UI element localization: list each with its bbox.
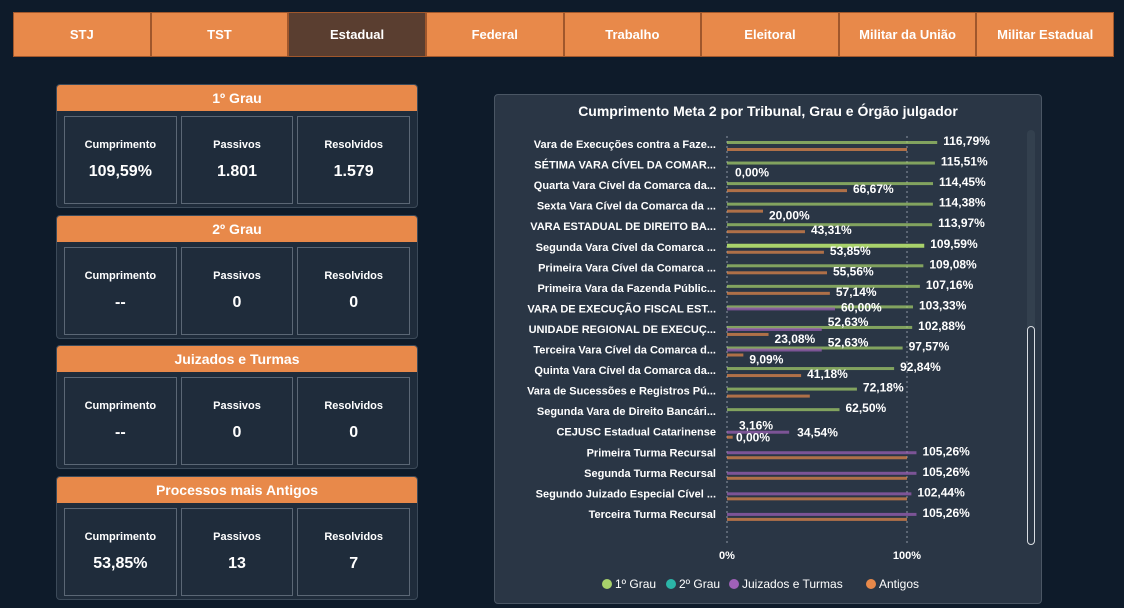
kpi-label: Resolvidos <box>324 270 384 282</box>
kpi-label: Resolvidos <box>324 139 384 151</box>
kpi-row: Cumprimento 109,59% Passivos 1.801 Resolvido… <box>57 111 417 204</box>
kpi-label: Passivos <box>213 400 261 412</box>
kpi-label: Passivos <box>213 139 261 151</box>
card-processos-antigos: Processos mais Antigos Cumprimento 53,85% P… <box>56 476 418 600</box>
kpi-label: Cumprimento <box>84 400 157 412</box>
tab-eleitoral[interactable]: Eleitoral <box>701 12 839 57</box>
kpi-label: Cumprimento <box>84 139 157 151</box>
court-tabs: STJ TST Estadual Federal Trabalho Eleitoral Mi… <box>13 12 1114 57</box>
tab-militar-estadual[interactable]: Militar Estadual <box>976 12 1114 57</box>
tab-estadual[interactable]: Estadual <box>288 12 426 57</box>
card-1o-grau: 1º Grau Cumprimento 109,59% Passivos 1.801 Re… <box>56 84 418 208</box>
tab-militar-da-união[interactable]: Militar da União <box>838 12 977 57</box>
kpi-cumprimento: Cumprimento 53,85% <box>64 508 177 596</box>
kpi-value: 0 <box>349 424 359 441</box>
tab-trabalho[interactable]: Trabalho <box>563 12 702 57</box>
kpi-value: 1.579 <box>333 163 374 180</box>
kpi-value: 7 <box>349 555 359 572</box>
kpi-resolvidos: Resolvidos 0 <box>297 247 411 335</box>
kpi-label: Resolvidos <box>324 531 384 543</box>
kpi-value: 53,85% <box>93 555 148 572</box>
kpi-row: Cumprimento 53,85% Passivos 13 Resolvidos 7 <box>57 503 417 596</box>
card-juizados-turmas: Juizados e Turmas Cumprimento -- Passivos 0 R… <box>56 345 418 469</box>
kpi-value: 0 <box>232 294 242 311</box>
kpi-value: 0 <box>349 294 359 311</box>
kpi-label: Cumprimento <box>84 270 157 282</box>
chart-panel: Cumprimento Meta 2 por Tribunal, Grau e … <box>494 94 1042 604</box>
card-title: 2º Grau <box>57 216 417 242</box>
kpi-row: Cumprimento -- Passivos 0 Resolvidos 0 <box>57 242 417 335</box>
tab-tst[interactable]: TST <box>150 12 289 57</box>
kpi-cumprimento: Cumprimento -- <box>64 377 177 465</box>
tab-stj[interactable]: STJ <box>13 12 151 57</box>
kpi-passivos: Passivos 1.801 <box>180 116 294 204</box>
kpi-value: 1.801 <box>216 163 258 180</box>
card-title: 1º Grau <box>57 85 417 111</box>
card-title: Juizados e Turmas <box>57 346 417 372</box>
kpi-label: Resolvidos <box>324 400 384 412</box>
kpi-value: 109,59% <box>88 163 152 180</box>
kpi-value: -- <box>115 424 126 441</box>
tab-federal[interactable]: Federal <box>425 12 564 57</box>
kpi-resolvidos: Resolvidos 7 <box>297 508 411 596</box>
kpi-label: Cumprimento <box>84 531 157 543</box>
kpi-cumprimento: Cumprimento 109,59% <box>64 116 177 204</box>
kpi-resolvidos: Resolvidos 0 <box>297 377 411 465</box>
card-title: Processos mais Antigos <box>57 477 417 503</box>
kpi-passivos: Passivos 13 <box>180 508 294 596</box>
kpi-label: Passivos <box>213 531 261 543</box>
chart-title: Cumprimento Meta 2 por Tribunal, Grau e … <box>578 103 958 119</box>
kpi-passivos: Passivos 0 <box>180 247 294 335</box>
kpi-resolvidos: Resolvidos 1.579 <box>297 116 411 204</box>
kpi-label: Passivos <box>213 270 261 282</box>
kpi-row: Cumprimento -- Passivos 0 Resolvidos 0 <box>57 372 417 465</box>
kpi-value: 13 <box>228 555 246 572</box>
kpi-cumprimento: Cumprimento -- <box>64 247 177 335</box>
kpi-passivos: Passivos 0 <box>180 377 294 465</box>
chart-scrollbar-thumb[interactable] <box>1027 326 1035 545</box>
kpi-value: 0 <box>232 424 242 441</box>
card-2o-grau: 2º Grau Cumprimento -- Passivos 0 Resolvidos 0 <box>56 215 418 339</box>
kpi-value: -- <box>115 294 126 311</box>
